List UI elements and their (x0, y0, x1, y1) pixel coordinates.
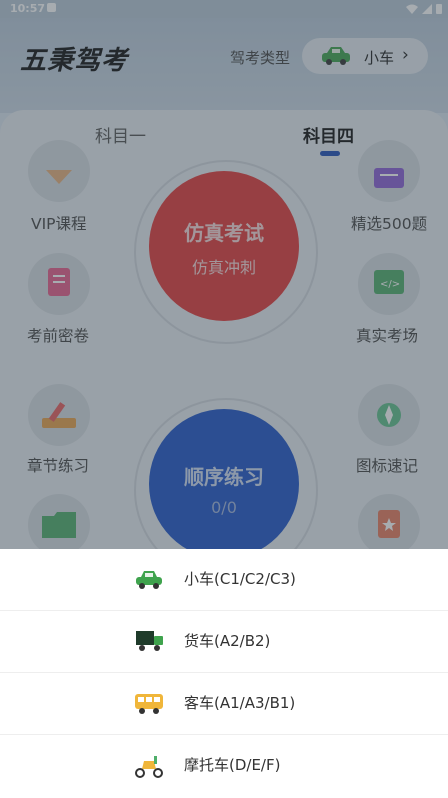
motorcycle-icon (135, 756, 163, 778)
modal-overlay[interactable] (0, 0, 448, 549)
bus-icon (135, 694, 163, 714)
car-icon (136, 571, 162, 589)
vehicle-option-truck[interactable]: 货车(A2/B2) (0, 611, 448, 673)
vehicle-option-label: 摩托车(D/E/F) (184, 756, 281, 774)
vehicle-option-bus[interactable]: 客车(A1/A3/B1) (0, 673, 448, 735)
vehicle-option-motorcycle[interactable]: 摩托车(D/E/F) (0, 735, 448, 797)
vehicle-option-label: 货车(A2/B2) (184, 632, 271, 650)
vehicle-option-label: 小车(C1/C2/C3) (184, 570, 296, 588)
truck-icon (136, 631, 163, 651)
vehicle-option-car[interactable]: 小车(C1/C2/C3) (0, 549, 448, 611)
vehicle-option-label: 客车(A1/A3/B1) (184, 694, 296, 712)
